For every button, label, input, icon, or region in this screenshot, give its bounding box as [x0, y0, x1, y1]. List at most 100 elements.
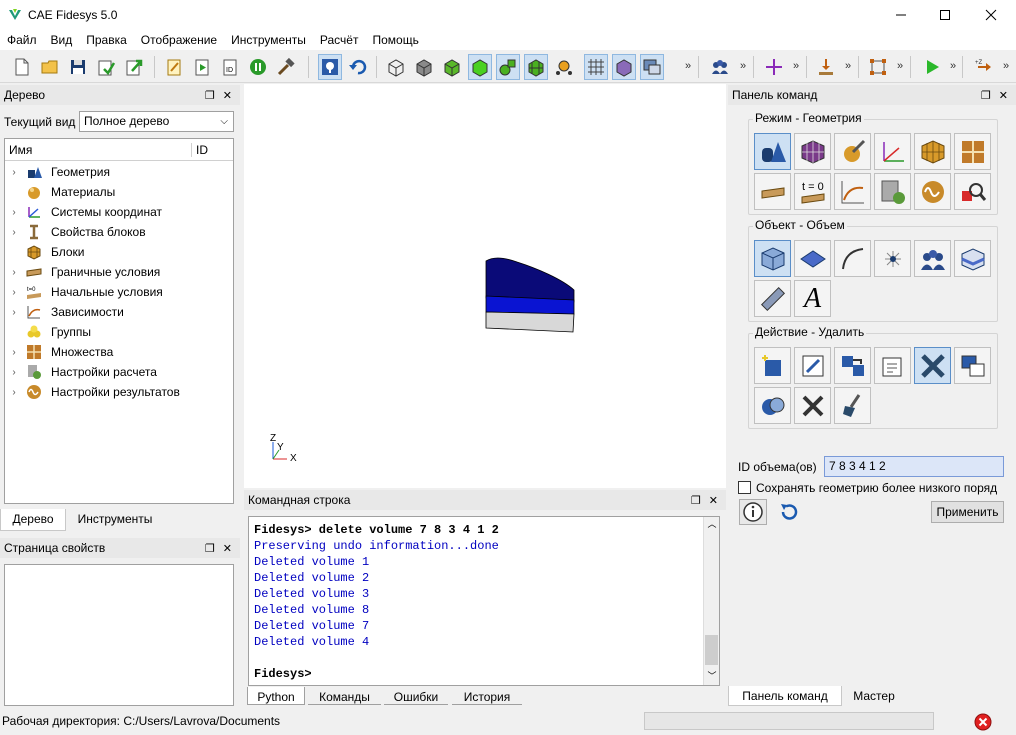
action-decompose-button[interactable]	[794, 387, 831, 424]
mode-blocks-button[interactable]	[914, 133, 951, 170]
action-transform-button[interactable]	[834, 347, 871, 384]
mode-calc-settings-button[interactable]	[874, 173, 911, 210]
tree-item-sets[interactable]: › Множества	[5, 342, 233, 362]
menu-calculation[interactable]: Расчёт	[313, 30, 366, 50]
action-copy-button[interactable]	[954, 347, 991, 384]
maximize-button[interactable]	[922, 0, 968, 30]
tree-item-result-settings[interactable]: › Настройки результатов	[5, 382, 233, 402]
tree-item-materials[interactable]: Материалы	[5, 182, 233, 202]
column-id-header[interactable]: ID	[192, 143, 208, 157]
toolbar-overflow-4[interactable]: »	[845, 60, 851, 72]
bounding-box-button[interactable]	[866, 54, 890, 80]
script-edit-button[interactable]	[162, 54, 186, 80]
expand-arrow-icon[interactable]: ›	[5, 367, 23, 378]
run-script-button[interactable]	[190, 54, 214, 80]
mode-results-button[interactable]	[914, 173, 951, 210]
undock-icon[interactable]: ❐	[691, 494, 701, 507]
tab-errors[interactable]: Ошибки	[384, 687, 448, 705]
object-surface-button[interactable]	[794, 240, 831, 277]
expand-arrow-icon[interactable]: ›	[5, 307, 23, 318]
mode-inspect-button[interactable]	[954, 173, 991, 210]
menu-tools[interactable]: Инструменты	[224, 30, 313, 50]
save-button[interactable]	[66, 54, 90, 80]
command-console[interactable]: Fidesys> delete volume 7 8 3 4 1 2 Prese…	[248, 516, 720, 686]
sort-axes-button[interactable]: +Z	[972, 54, 996, 80]
menu-edit[interactable]: Правка	[79, 30, 134, 50]
scrollbar-thumb[interactable]	[705, 635, 718, 665]
menu-file[interactable]: Файл	[0, 30, 44, 50]
toolbar-overflow-7[interactable]: »	[1003, 60, 1009, 72]
apply-button[interactable]: Применить	[931, 501, 1004, 523]
tree-item-initial-conditions[interactable]: › t=0 Начальные условия	[5, 282, 233, 302]
mode-materials-button[interactable]	[834, 133, 871, 170]
console-scrollbar[interactable]: ︿ ﹀	[703, 517, 719, 685]
load-toolbar-button[interactable]	[814, 54, 838, 80]
open-file-button[interactable]	[38, 54, 62, 80]
hidden-line-button[interactable]	[412, 54, 436, 80]
volume-id-input[interactable]: 7 8 3 4 1 2	[824, 456, 1004, 477]
tree-item-block-properties[interactable]: › Свойства блоков	[5, 222, 233, 242]
undock-icon[interactable]: ❐	[981, 89, 991, 102]
shaded-button[interactable]	[440, 54, 464, 80]
mode-sets-button[interactable]	[954, 133, 991, 170]
object-curve-button[interactable]	[834, 240, 871, 277]
toolbar-overflow-6[interactable]: »	[950, 60, 956, 72]
wireframe-button[interactable]	[384, 54, 408, 80]
new-file-button[interactable]	[10, 54, 34, 80]
expand-arrow-icon[interactable]: ›	[5, 207, 23, 218]
smooth-shade-button[interactable]	[468, 54, 492, 80]
transparent-view-button[interactable]	[612, 54, 636, 80]
current-view-select[interactable]: Полное дерево ⌵	[79, 111, 234, 132]
tree-item-boundary-conditions[interactable]: › Граничные условия	[5, 262, 233, 282]
keep-geometry-checkbox[interactable]	[738, 481, 751, 494]
point-toolbar-button[interactable]	[762, 54, 786, 80]
undo-button[interactable]	[346, 54, 370, 80]
menu-display[interactable]: Отображение	[134, 30, 224, 50]
stop-calculation-button[interactable]	[973, 712, 993, 732]
grid-view-button[interactable]	[584, 54, 608, 80]
tab-commands[interactable]: Команды	[308, 687, 381, 705]
tab-wizard[interactable]: Мастер	[842, 686, 906, 706]
nodes-view-button[interactable]	[552, 54, 576, 80]
scroll-up-icon[interactable]: ︿	[704, 517, 720, 533]
tools-button[interactable]	[274, 54, 298, 80]
mode-boundary-conditions-button[interactable]	[754, 173, 791, 210]
volume-solid[interactable]	[485, 257, 575, 333]
multi-volume-button[interactable]	[496, 54, 520, 80]
mode-coordinate-systems-button[interactable]	[874, 133, 911, 170]
close-button[interactable]	[968, 0, 1014, 30]
expand-arrow-icon[interactable]: ›	[5, 287, 23, 298]
menu-help[interactable]: Помощь	[365, 30, 425, 50]
close-icon[interactable]: ✕	[709, 494, 718, 507]
tab-python[interactable]: Python	[247, 687, 305, 705]
object-body-button[interactable]	[954, 240, 991, 277]
info-button[interactable]	[739, 499, 767, 525]
tab-tools[interactable]: Инструменты	[66, 509, 164, 531]
tree-view[interactable]: Имя ID › Геометрия Материалы › Системы к…	[4, 138, 234, 504]
action-modify-button[interactable]	[794, 347, 831, 384]
mode-geometry-button[interactable]	[754, 133, 791, 170]
mode-dependencies-button[interactable]	[834, 173, 871, 210]
action-boolean-button[interactable]	[754, 387, 791, 424]
scroll-down-icon[interactable]: ﹀	[704, 669, 720, 685]
object-vertex-button[interactable]	[874, 240, 911, 277]
minimize-button[interactable]	[878, 0, 924, 30]
expand-arrow-icon[interactable]: ›	[5, 227, 23, 238]
export-button[interactable]	[122, 54, 146, 80]
mode-mesh-button[interactable]	[794, 133, 831, 170]
tree-item-geometry[interactable]: › Геометрия	[5, 162, 233, 182]
action-clean-button[interactable]	[834, 387, 871, 424]
groups-toolbar-button[interactable]	[708, 54, 732, 80]
reset-button[interactable]	[776, 500, 802, 524]
tree-item-coordinate-systems[interactable]: › Системы координат	[5, 202, 233, 222]
action-properties-button[interactable]	[874, 347, 911, 384]
run-calculation-button[interactable]	[920, 54, 944, 80]
expand-arrow-icon[interactable]: ›	[5, 387, 23, 398]
tree-item-groups[interactable]: Группы	[5, 322, 233, 342]
column-name-header[interactable]: Имя	[5, 142, 192, 157]
undock-icon[interactable]: ❐	[205, 542, 215, 555]
close-icon[interactable]: ✕	[223, 89, 232, 102]
tab-command-panel[interactable]: Панель команд	[728, 686, 842, 706]
tab-history[interactable]: История	[452, 687, 522, 705]
menu-view[interactable]: Вид	[44, 30, 80, 50]
